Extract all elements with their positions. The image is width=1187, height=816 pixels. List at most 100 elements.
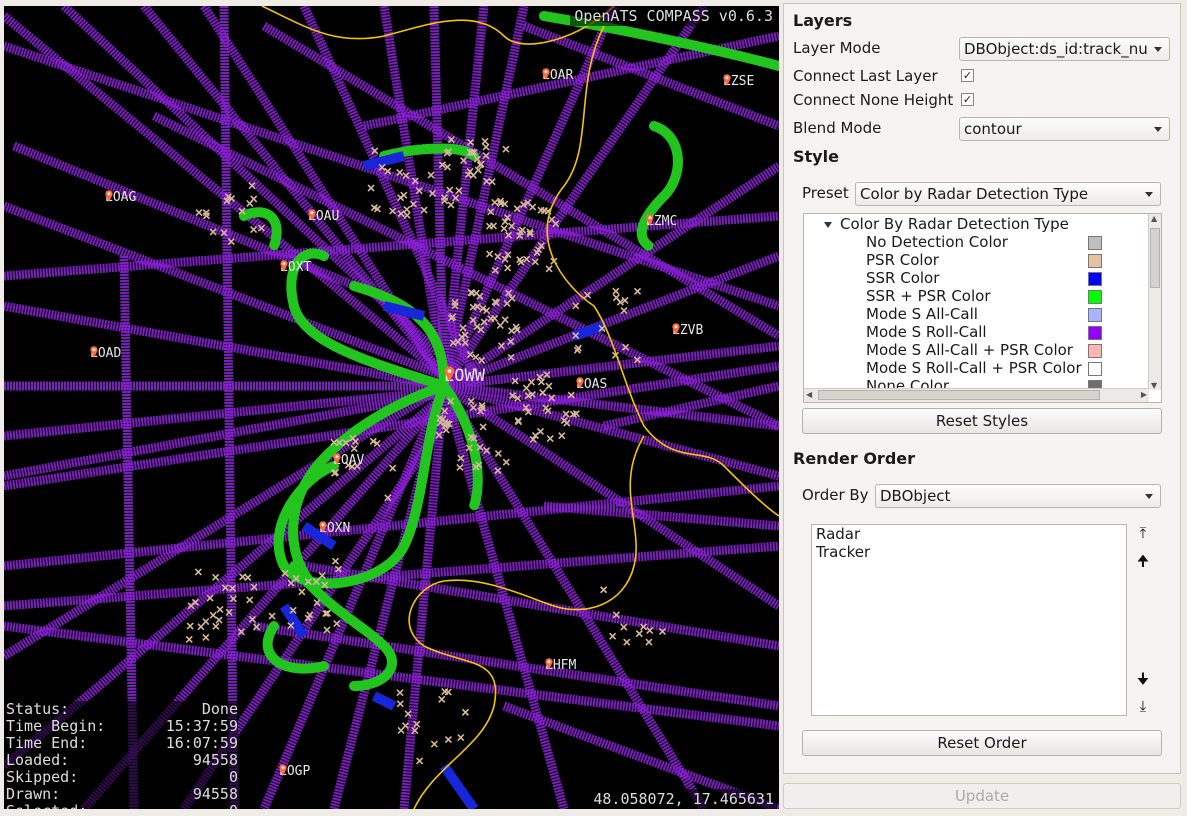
psr-plot xyxy=(645,638,653,646)
psr-plot xyxy=(216,605,224,614)
style-color-item[interactable]: Mode S All-Call + PSR Color xyxy=(866,341,1073,359)
style-color-item[interactable]: SSR + PSR Color xyxy=(866,287,991,305)
color-swatch[interactable] xyxy=(1088,272,1102,286)
psr-plot xyxy=(496,321,504,330)
airport-marker[interactable]: LOAS xyxy=(576,377,607,392)
tree-root-item[interactable]: Color By Radar Detection Type xyxy=(824,215,1069,233)
status-row: Drawn: 94558 xyxy=(6,786,238,803)
psr-plot xyxy=(501,316,509,324)
map-pin-icon xyxy=(723,74,731,86)
map-pin-icon xyxy=(280,260,288,272)
style-color-item[interactable]: No Detection Color xyxy=(866,233,1008,251)
color-swatch[interactable] xyxy=(1088,236,1102,250)
connect-none-height-checkbox[interactable]: ✓ xyxy=(961,93,974,106)
airport-marker[interactable]: LOAU xyxy=(308,209,339,224)
psr-plot xyxy=(212,622,220,630)
style-color-item[interactable]: PSR Color xyxy=(866,251,939,269)
map-pin-icon xyxy=(576,377,584,389)
layer-mode-select[interactable]: DBObject:ds_id:track_nu xyxy=(959,37,1170,61)
psr-plot xyxy=(331,557,340,565)
blend-mode-select[interactable]: contour xyxy=(959,117,1170,141)
map-pin-icon xyxy=(90,346,98,358)
psr-plot xyxy=(546,434,554,443)
move-to-top-icon[interactable]: ⤒ xyxy=(1135,524,1151,542)
update-button[interactable]: Update xyxy=(783,783,1181,809)
psr-plot xyxy=(323,626,331,634)
render-order-item[interactable]: Tracker xyxy=(812,543,1126,561)
color-swatch[interactable] xyxy=(1088,344,1102,358)
psr-plot xyxy=(202,633,210,641)
move-to-bottom-icon[interactable]: ⤓ xyxy=(1135,697,1151,715)
style-tree[interactable]: Color By Radar Detection Type No Detecti… xyxy=(803,213,1162,403)
tree-vertical-scrollbar[interactable]: ▲ ▼ xyxy=(1148,214,1161,390)
airport-marker[interactable]: LOWW xyxy=(444,366,485,386)
scroll-down-icon[interactable]: ▼ xyxy=(1151,381,1157,390)
psr-plot xyxy=(491,198,499,207)
psr-plot xyxy=(522,384,530,392)
order-by-select[interactable]: DBObject xyxy=(875,484,1161,508)
status-row: Time End: 16:07:59 xyxy=(6,735,238,752)
connect-last-layer-checkbox[interactable]: ✓ xyxy=(961,69,974,82)
airport-marker[interactable]: LOAV xyxy=(333,453,364,468)
preset-select[interactable]: Color by Radar Detection Type xyxy=(855,182,1161,206)
scrollbar-thumb[interactable] xyxy=(1150,228,1160,288)
style-color-item[interactable]: Mode S Roll-Call xyxy=(866,323,987,341)
psr-plot xyxy=(396,700,404,708)
map-view[interactable]: LOAR LZSE LOAG LOAU LZMC LOXT LZVB LOAD LOWW LOAS… xyxy=(4,6,779,809)
psr-plot xyxy=(461,708,470,716)
ssr-segment xyxy=(439,763,479,809)
color-swatch[interactable] xyxy=(1088,254,1102,268)
tree-horizontal-scrollbar[interactable]: ◀ ▶ xyxy=(804,388,1149,402)
move-down-icon[interactable]: 🠋 xyxy=(1135,670,1151,688)
color-swatch[interactable] xyxy=(1088,290,1102,304)
airport-marker[interactable]: LZSE xyxy=(723,74,754,89)
expand-arrow-icon[interactable] xyxy=(824,221,832,228)
airport-marker[interactable]: LZVB xyxy=(672,323,703,338)
blend-mode-value: contour xyxy=(964,120,1022,138)
scrollbar-thumb[interactable] xyxy=(818,390,1100,400)
ssr-segment xyxy=(371,691,397,711)
reset-order-button[interactable]: Reset Order xyxy=(802,730,1162,756)
status-row: Loaded: 94558 xyxy=(6,752,238,769)
scroll-right-icon[interactable]: ▶ xyxy=(1141,390,1147,399)
scroll-up-icon[interactable]: ▲ xyxy=(1151,214,1157,223)
psr-plot xyxy=(531,258,539,266)
style-color-item[interactable]: Mode S All-Call xyxy=(866,305,978,323)
airport-marker[interactable]: LOXT xyxy=(280,260,311,275)
render-order-list[interactable]: Radar Tracker xyxy=(811,524,1127,716)
blend-mode-label: Blend Mode xyxy=(793,119,882,137)
psr-plot xyxy=(246,596,254,604)
move-up-icon[interactable]: 🠉 xyxy=(1135,552,1151,570)
status-value: 0 xyxy=(229,803,238,810)
psr-plot xyxy=(389,207,397,215)
checkmark-icon: ✓ xyxy=(962,93,973,106)
style-color-item[interactable]: Mode S Roll-Call + PSR Color xyxy=(866,359,1082,377)
psr-plot xyxy=(456,463,464,471)
layer-mode-label: Layer Mode xyxy=(793,39,881,57)
airport-marker[interactable]: LOAD xyxy=(90,346,121,361)
airport-marker[interactable]: LOAG xyxy=(105,190,136,205)
psr-plot xyxy=(487,315,495,323)
reset-styles-button[interactable]: Reset Styles xyxy=(802,408,1162,434)
airport-marker[interactable]: LOAR xyxy=(542,68,573,83)
airport-marker[interactable]: LOXN xyxy=(319,521,350,536)
airport-marker[interactable]: LHFM xyxy=(545,658,576,673)
status-label: Time End: xyxy=(6,734,88,752)
color-swatch[interactable] xyxy=(1088,362,1102,376)
airport-marker[interactable]: LOGP xyxy=(279,764,310,779)
color-swatch[interactable] xyxy=(1088,326,1102,340)
scroll-left-icon[interactable]: ◀ xyxy=(806,390,812,399)
render-order-item[interactable]: Radar xyxy=(812,525,1126,543)
psr-plot xyxy=(620,306,628,315)
color-swatch[interactable] xyxy=(1088,308,1102,322)
psr-plot xyxy=(367,184,375,192)
map-canvas[interactable] xyxy=(4,6,779,809)
psr-plot xyxy=(523,255,531,263)
track-line xyxy=(543,501,779,531)
order-by-value: DBObject xyxy=(880,487,951,505)
psr-plot xyxy=(609,632,617,640)
psr-plot xyxy=(404,710,412,718)
style-color-item[interactable]: SSR Color xyxy=(866,269,939,287)
airport-marker[interactable]: LZMC xyxy=(646,214,677,229)
psr-plot xyxy=(420,206,428,214)
